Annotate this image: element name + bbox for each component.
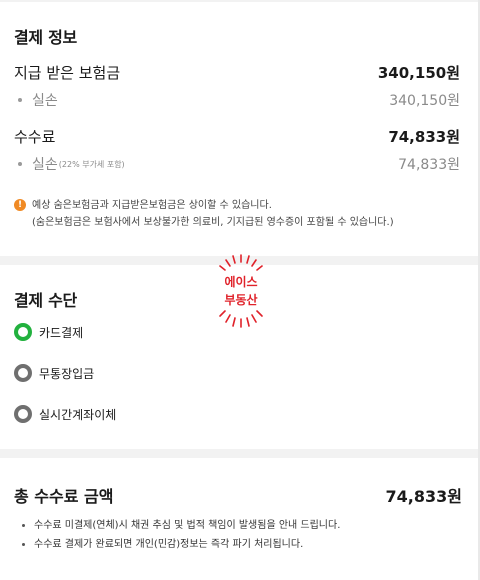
radio-unselected-icon[interactable] [14, 364, 32, 382]
radio-bank-deposit[interactable]: 무통장입금 [14, 364, 94, 382]
payment-method-title: 결제 수단 [14, 291, 77, 310]
notice-line-1: 예상 숨은보험금과 지급받은보험금은 상이할 수 있습니다. [32, 200, 272, 211]
received-sub-label: 실손 [32, 93, 58, 109]
fee-value: 74,833원 [388, 128, 460, 146]
stamp-line-2: 부동산 [224, 293, 258, 307]
received-amount-value: 340,150원 [377, 64, 460, 82]
radio-realtime-transfer[interactable]: 실시간계좌이체 [14, 405, 116, 423]
list-item: 수수료 결제가 완료되면 개인(민감)정보는 즉각 파기 처리됩니다. [22, 535, 340, 554]
received-amount-row: 지급 받은 보험금 340,150원 [14, 62, 460, 83]
radio-unselected-icon[interactable] [14, 405, 32, 423]
total-fee-value: 74,833원 [385, 487, 462, 506]
received-sub-value: 340,150원 [389, 93, 460, 109]
radio-bank-deposit-label: 무통장입금 [39, 366, 95, 381]
received-sub-row: 실손 340,150원 [18, 90, 460, 110]
received-amount-label: 지급 받은 보험금 [14, 64, 121, 82]
list-item: 수수료 미결제(연체)시 채권 추심 및 법적 책임이 발생됨을 안내 드립니다… [22, 516, 340, 535]
bullet-dot [22, 543, 25, 546]
payment-notice: ! 예상 숨은보험금과 지급받은보험금은 상이할 수 있습니다. (숨은보험금은… [14, 197, 394, 231]
payment-info-card: 결제 정보 지급 받은 보험금 340,150원 실손 340,150원 수수료… [0, 2, 478, 256]
total-note-1: 수수료 미결제(연체)시 채권 추심 및 법적 책임이 발생됨을 안내 드립니다… [34, 520, 341, 531]
radio-realtime-transfer-label: 실시간계좌이체 [39, 407, 117, 422]
radio-card-payment[interactable]: 카드결제 [14, 323, 83, 341]
notice-line-2: (숨은보험금은 보험사에서 보상불가한 의료비, 기지급된 영수증이 포함될 수… [32, 217, 394, 228]
vat-note: (22% 부가세 포함) [58, 159, 125, 169]
fee-sub-value: 74,833원 [398, 157, 460, 173]
total-fee-row: 총 수수료 금액 74,833원 [14, 483, 462, 507]
fee-sub-label: 실손 [32, 157, 58, 173]
total-notes: 수수료 미결제(연체)시 채권 추심 및 법적 책임이 발생됨을 안내 드립니다… [22, 516, 340, 554]
payment-info-title: 결제 정보 [14, 28, 77, 47]
radio-card-payment-label: 카드결제 [39, 325, 84, 340]
total-note-2: 수수료 결제가 완료되면 개인(민감)정보는 즉각 파기 처리됩니다. [34, 539, 304, 550]
stamp-line-1: 에이스 [224, 275, 258, 289]
bullet-dot [18, 98, 22, 102]
total-fee-label: 총 수수료 금액 [14, 487, 114, 506]
bullet-dot [22, 524, 25, 527]
fee-label: 수수료 [14, 128, 56, 146]
agency-stamp: 에이스 부동산 [213, 253, 269, 329]
radio-selected-icon[interactable] [14, 323, 32, 341]
warning-icon: ! [14, 199, 26, 211]
fee-row: 수수료 74,833원 [14, 126, 460, 147]
bullet-dot [18, 162, 22, 166]
fee-sub-row: 실손 (22% 부가세 포함) 74,833원 [18, 154, 460, 174]
